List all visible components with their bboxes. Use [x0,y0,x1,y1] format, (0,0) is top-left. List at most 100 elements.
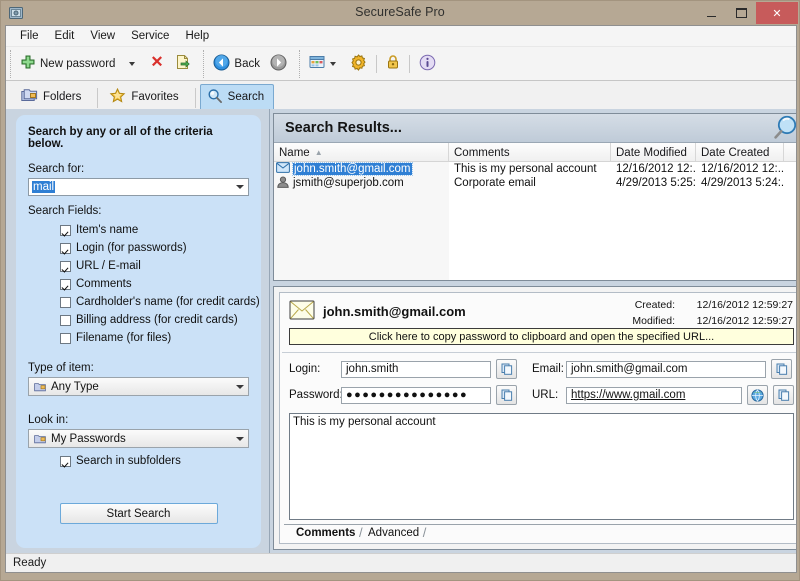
checkbox-url-email[interactable] [60,260,71,272]
close-button[interactable]: ✕ [756,2,798,24]
results-rows: john.smith@gmail.com This is my personal… [274,162,796,191]
copy-icon [776,363,787,375]
tab-search[interactable]: Search [199,84,275,110]
cell-date-modified: 4/29/2013 5:25:... [616,177,696,189]
copy-icon [501,389,512,401]
search-panel-title: Search by any or all of the criteria bel… [28,126,213,150]
checkbox-item-name[interactable] [60,224,71,236]
new-password-dropdown[interactable] [120,50,144,78]
search-input[interactable]: mail [28,178,249,196]
menu-file[interactable]: File [12,28,47,44]
cell-name-text: john.smith@gmail.com [292,162,413,176]
copy-url-button[interactable] [773,385,794,405]
checkbox-row-filename[interactable]: Filename (for files) [60,332,249,344]
checkbox-row-billing[interactable]: Billing address (for credit cards) [60,314,249,326]
left-pane: Search by any or all of the criteria bel… [6,109,270,554]
column-header-comments[interactable]: Comments [449,143,611,161]
look-in-select[interactable]: My Passwords [28,429,249,448]
checkbox-cardholder[interactable] [60,296,71,308]
look-in-dropdown-arrow[interactable] [232,430,248,447]
chevron-down-icon [236,436,244,441]
checkbox-item-name-label: Item's name [76,224,139,236]
checkbox-login[interactable] [60,242,71,254]
checkbox-row-url-email[interactable]: URL / E-mail [60,260,249,272]
column-header-name[interactable]: Name ▲ [274,143,449,161]
password-field[interactable]: ●●●●●●●●●●●●●●● [341,386,491,404]
window-layout-icon [309,55,326,73]
cell-name-text: jsmith@superjob.com [293,177,404,189]
details-created-row: Created: 12/16/2012 12:59:27 [617,299,793,311]
tab-comments[interactable]: Comments / [296,525,363,540]
tab-advanced[interactable]: Advanced / [368,525,426,540]
url-field[interactable]: https://www.gmail.com [566,386,742,404]
settings-button[interactable] [345,50,372,78]
cell-name: jsmith@superjob.com [274,176,449,191]
layout-button[interactable] [304,50,345,78]
type-dropdown-arrow[interactable] [232,378,248,395]
url-value[interactable]: https://www.gmail.com [571,389,685,401]
main-area: Search by any or all of the criteria bel… [6,109,796,554]
look-in-label: Look in: [28,414,69,426]
copy-icon [501,363,512,375]
search-input-value: mail [32,181,56,193]
details-tabs: Comments / Advanced / [280,524,796,541]
menu-service[interactable]: Service [123,28,177,44]
chevron-down-icon [129,61,136,66]
login-field[interactable]: john.smith [341,360,491,378]
info-button[interactable] [414,50,441,78]
menu-edit[interactable]: Edit [47,28,83,44]
checkbox-filename[interactable] [60,332,71,344]
maximize-button[interactable] [726,2,756,24]
email-label: Email: [532,363,564,375]
start-search-button[interactable]: Start Search [59,503,218,524]
forward-button[interactable] [265,50,292,78]
details-dates: Created: 12/16/2012 12:59:27 Modified: 1… [617,299,793,331]
menu-help[interactable]: Help [177,28,217,44]
checkbox-comments[interactable] [60,278,71,290]
copy-email-button[interactable] [771,359,792,379]
email-field[interactable]: john.smith@gmail.com [566,360,766,378]
lock-button[interactable] [381,50,405,78]
copy-password-button[interactable] [496,385,517,405]
client-area: File Edit View Service Help New password [5,25,797,573]
checkbox-row-cardholder[interactable]: Cardholder's name (for credit cards) [60,296,260,308]
minimize-button[interactable] [696,2,726,24]
results-list[interactable]: john.smith@gmail.com This is my personal… [274,162,796,280]
column-header-date-modified[interactable]: Date Modified [611,143,696,161]
type-of-item-select[interactable]: Any Type [28,377,249,396]
back-button[interactable]: Back [208,50,265,78]
start-search-container: Start Search [16,503,261,524]
password-row: Password: ●●●●●●●●●●●●●●● URL: https://w… [289,385,794,405]
checkbox-billing[interactable] [60,314,71,326]
chevron-down-icon [236,185,244,189]
search-fields-label: Search Fields: [28,205,102,217]
export-button[interactable] [170,50,196,78]
table-row[interactable]: john.smith@gmail.com This is my personal… [274,162,796,176]
checkbox-row-login[interactable]: Login (for passwords) [60,242,249,254]
person-icon [276,176,290,191]
checkbox-row-subfolders[interactable]: Search in subfolders [60,455,249,467]
tab-favorites[interactable]: Favorites [102,84,188,110]
delete-button[interactable] [144,50,170,78]
search-results-title: Search Results... [285,120,402,136]
search-results-panel: Search Results... Name ▲ Comments Date M… [273,113,796,281]
cell-name: john.smith@gmail.com [274,162,449,176]
tab-slash: / [419,525,427,540]
open-url-button[interactable] [747,385,768,405]
comments-textarea[interactable]: This is my personal account [289,413,794,520]
copy-login-button[interactable] [496,359,517,379]
new-password-button[interactable]: New password [15,50,120,78]
table-row[interactable]: jsmith@superjob.com Corporate email 4/29… [274,176,796,191]
checkbox-row-comments[interactable]: Comments [60,278,249,290]
menu-view[interactable]: View [82,28,123,44]
title-bar: SecureSafe Pro ✕ [1,1,799,25]
url-label: URL: [532,389,559,401]
search-history-dropdown[interactable] [232,179,248,195]
tab-folders[interactable]: Folders [14,84,91,110]
sort-ascending-icon: ▲ [314,148,323,157]
folder-icon [34,433,47,445]
column-header-date-created[interactable]: Date Created [696,143,784,161]
checkbox-row-item-name[interactable]: Item's name [60,224,249,236]
checkbox-search-subfolders[interactable] [60,455,71,467]
chevron-down-icon [236,384,244,389]
